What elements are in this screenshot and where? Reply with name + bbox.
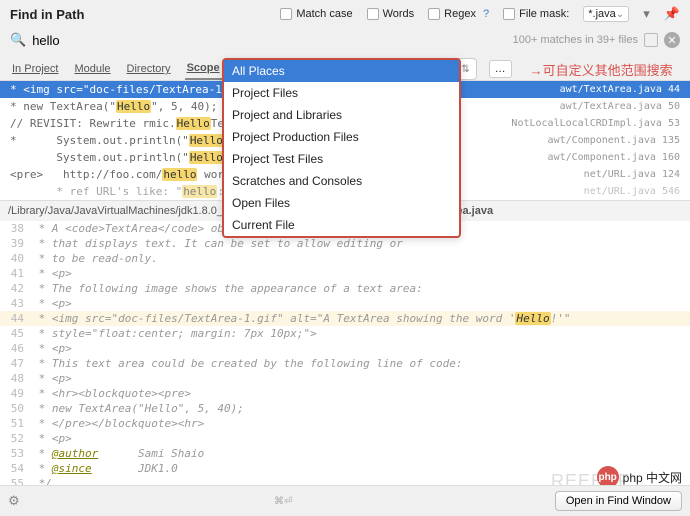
header-bar: Find in Path Match case Words Regex ? Fi… [0, 0, 690, 28]
search-row: 🔍 100+ matches in 39+ files ✕ [0, 28, 690, 54]
tab-directory[interactable]: Directory [125, 59, 173, 79]
code-line: 52 * <p> [0, 431, 690, 446]
code-line: 40 * to be read-only. [0, 251, 690, 266]
tab-scope[interactable]: Scope [185, 58, 222, 80]
tab-in-project[interactable]: In Project [10, 59, 60, 79]
code-line: 39 * that displays text. It can be set t… [0, 236, 690, 251]
gear-icon[interactable]: ⚙ [8, 493, 20, 509]
more-options-icon[interactable] [644, 33, 658, 47]
code-preview: 38 * A <code>TextArea</code> object is a… [0, 221, 690, 506]
code-line: 53 * @author Sami Shaio [0, 446, 690, 461]
code-line: 43 * <p> [0, 296, 690, 311]
shortcut-hint: ⌘⏎ [274, 496, 292, 507]
code-line: 50 * new TextArea("Hello", 5, 40); [0, 401, 690, 416]
scope-option[interactable]: Project and Libraries [224, 104, 459, 126]
scope-option[interactable]: All Places [224, 60, 459, 82]
tab-module[interactable]: Module [72, 59, 112, 79]
code-line: 46 * <p> [0, 341, 690, 356]
scope-option[interactable]: Current File [224, 214, 459, 236]
scope-option[interactable]: Scratches and Consoles [224, 170, 459, 192]
code-line: 54 * @since JDK1.0 [0, 461, 690, 476]
code-line: 51 * </pre></blockquote><hr> [0, 416, 690, 431]
code-line: 42 * The following image shows the appea… [0, 281, 690, 296]
code-line: 41 * <p> [0, 266, 690, 281]
code-line: 48 * <p> [0, 371, 690, 386]
words-checkbox[interactable]: Words [367, 8, 415, 20]
search-icon: 🔍 [10, 32, 26, 48]
scope-option[interactable]: Project Test Files [224, 148, 459, 170]
chevron-down-icon: ⌄ [616, 9, 624, 20]
open-in-find-window-button[interactable]: Open in Find Window [555, 491, 682, 511]
pin-icon[interactable]: 📌 [664, 6, 680, 22]
filter-icon[interactable]: ▾ [643, 6, 650, 22]
scope-browse-button[interactable]: … [489, 60, 512, 78]
regex-help-icon: ? [480, 8, 489, 20]
code-line: 47 * This text area could be created by … [0, 356, 690, 371]
code-line: 44 * <img src="doc-files/TextArea-1.gif"… [0, 311, 690, 326]
footer-bar: ⚙ ⌘⏎ Open in Find Window [0, 485, 690, 516]
scope-dropdown: All PlacesProject FilesProject and Libra… [222, 58, 461, 238]
file-mask-select[interactable]: *.java⌄ [583, 6, 629, 22]
regex-checkbox[interactable]: Regex ? [428, 8, 489, 20]
match-case-checkbox[interactable]: Match case [280, 8, 352, 20]
scope-option[interactable]: Open Files [224, 192, 459, 214]
clear-icon[interactable]: ✕ [664, 32, 680, 48]
match-count: 100+ matches in 39+ files [513, 34, 638, 46]
scope-option[interactable]: Project Files [224, 82, 459, 104]
chevron-updown-icon: ⇅ [461, 64, 469, 75]
dialog-title: Find in Path [10, 7, 84, 22]
scope-option[interactable]: Project Production Files [224, 126, 459, 148]
file-mask-checkbox[interactable]: File mask: [503, 8, 569, 20]
search-input[interactable] [32, 33, 506, 48]
code-line: 49 * <hr><blockquote><pre> [0, 386, 690, 401]
annotation-note: →可自定义其他范围搜索 [530, 60, 673, 79]
code-line: 45 * style="float:center; margin: 7px 10… [0, 326, 690, 341]
